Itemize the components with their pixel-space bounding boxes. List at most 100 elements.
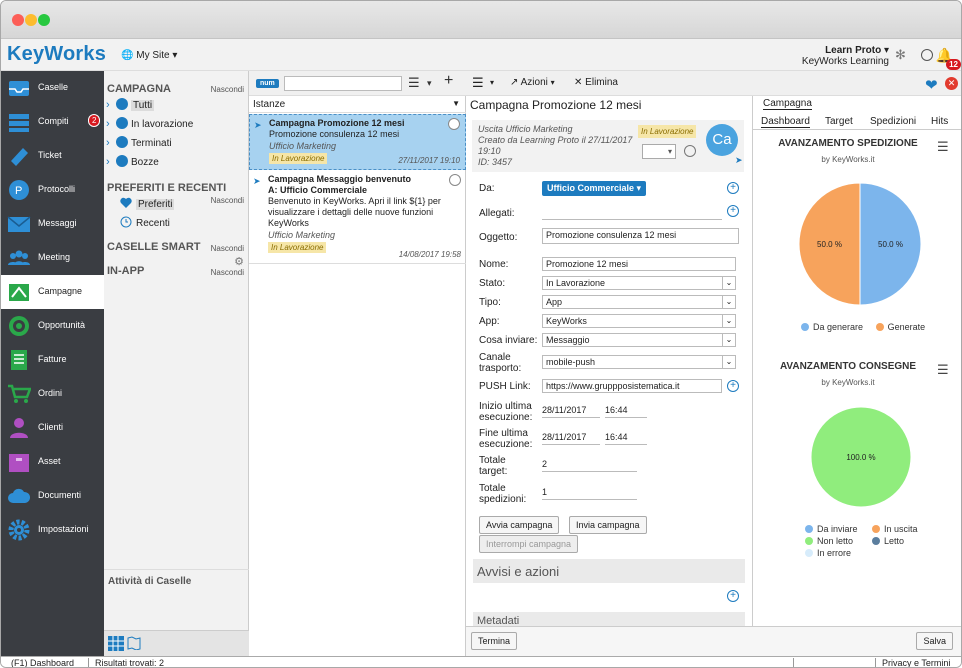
chevron-right-icon[interactable]: › [106, 156, 116, 168]
legend-item[interactable]: In uscita [872, 523, 918, 535]
delete-button[interactable]: ✕ Elimina [574, 77, 618, 88]
sidebar-item-compiti[interactable]: Compiti 2 [1, 105, 104, 139]
select-circle[interactable] [448, 118, 460, 130]
detail-menu-icon[interactable]: ☰ [472, 75, 484, 91]
state-select[interactable]: In Lavorazione ⌄ [542, 276, 736, 290]
list-menu-icon[interactable]: ☰ [408, 75, 420, 91]
tab-dashboard[interactable]: Dashboard [761, 116, 810, 128]
legend-item[interactable]: Generate [875, 322, 925, 332]
add-sender-icon[interactable]: + [727, 182, 739, 194]
hide-campagna-link[interactable]: Nascondi [211, 85, 244, 94]
legend-item[interactable]: In errore [805, 547, 851, 559]
name-field[interactable]: Promozione 12 mesi [542, 257, 736, 271]
channel-select[interactable]: mobile-push ⌄ [542, 355, 736, 369]
heart-icon[interactable]: ❤ [925, 76, 938, 94]
legend-item[interactable]: Da inviare [805, 523, 858, 535]
status-f1-dashboard[interactable]: (F1) Dashboard [11, 658, 74, 667]
list-search-input[interactable] [284, 76, 402, 91]
sidebar-item-meeting[interactable]: Meeting [1, 241, 104, 275]
zoom-window-button[interactable] [38, 14, 50, 26]
terminate-button[interactable]: Termina [471, 632, 518, 650]
end-time-field[interactable]: 16:44 [605, 431, 647, 445]
sidebar-item-documenti[interactable]: Documenti [1, 479, 104, 513]
sidebar-item-campagne[interactable]: Campagne [1, 275, 104, 309]
start-time-field[interactable]: 16:44 [605, 404, 647, 418]
table-view-icon[interactable] [108, 636, 124, 651]
chart2-menu-icon[interactable]: ☰ [937, 362, 949, 378]
actions-button[interactable]: ↗ Azioni ▾ [510, 77, 555, 88]
add-attachment-icon[interactable]: + [727, 205, 739, 217]
total-shipments-field[interactable]: 1 [542, 486, 637, 500]
recent-item[interactable]: Recenti [120, 216, 170, 229]
header-select[interactable]: ▾ [642, 144, 676, 159]
hide-smart-link[interactable]: Nascondi [211, 244, 244, 253]
legend-item[interactable]: Letto [872, 535, 904, 547]
start-campaign-button[interactable]: Avvia campagna [479, 516, 560, 534]
user-avatar-icon[interactable]: ✻ [895, 47, 911, 63]
sidebar-item-ordini[interactable]: Ordini [1, 377, 104, 411]
alerts-section-header[interactable]: Avvisi e azioni [473, 559, 745, 583]
subject-field[interactable]: Promozione consulenza 12 mesi [542, 228, 739, 244]
select-circle[interactable] [449, 174, 461, 186]
add-icon[interactable]: + [444, 72, 453, 90]
sidebar-item-caselle[interactable]: Caselle [1, 71, 104, 105]
push-link-field[interactable]: https://www.gruppposistematica.it [542, 379, 722, 393]
hide-preferiti-link[interactable]: Nascondi [211, 196, 244, 205]
legend-item[interactable]: Da generare [801, 322, 863, 332]
sidebar-item-ticket[interactable]: Ticket [1, 139, 104, 173]
sender-selector[interactable]: Ufficio Commerciale ▾ [542, 181, 647, 196]
sidebar-item-protocolli[interactable]: P Protocolli [1, 173, 104, 207]
list-item[interactable]: ➤ Campagna Messaggio benvenuto A: Uffici… [249, 171, 466, 264]
caret-down-icon[interactable]: ▾ [490, 78, 494, 87]
stop-campaign-button[interactable]: Interrompi campagna [479, 535, 579, 553]
site-selector[interactable]: 🌐 My Site ▾ [121, 50, 177, 61]
tab-campagna[interactable]: Campagna [763, 98, 812, 110]
tab-target[interactable]: Target [825, 116, 853, 127]
user-menu[interactable]: Learn Proto ▾ KeyWorks Learning [802, 45, 889, 67]
sidebar-item-clienti[interactable]: Clienti [1, 411, 104, 445]
sidebar-item-messaggi[interactable]: Messaggi [1, 207, 104, 241]
chevron-right-icon[interactable]: › [106, 137, 116, 149]
list-item[interactable]: ➤ Campagna Promozione 12 mesi Promozione… [249, 114, 466, 170]
send-campaign-button[interactable]: Invia campagna [569, 516, 647, 534]
favorites-item[interactable]: Preferiti [120, 197, 175, 210]
settings-gear-icon[interactable]: ⚙ [234, 255, 244, 268]
attachments-field[interactable] [542, 206, 722, 220]
folder-in-lavorazione[interactable]: › In lavorazione [106, 117, 193, 131]
sidebar-item-fatture[interactable]: Fatture [1, 343, 104, 377]
sidebar-item-opportunita[interactable]: Opportunità [1, 309, 104, 343]
legend-item[interactable]: Non letto [805, 535, 853, 547]
start-date-field[interactable]: 28/11/2017 [542, 404, 600, 418]
tab-hits[interactable]: Hits [931, 116, 948, 127]
app-logo[interactable]: KeyWorks [7, 43, 106, 66]
tab-spedizioni[interactable]: Spedizioni [870, 116, 916, 127]
save-button[interactable]: Salva [916, 632, 953, 650]
select-circle[interactable] [684, 145, 696, 157]
hide-inapp-link[interactable]: Nascondi [211, 268, 244, 277]
close-icon[interactable]: ✕ [945, 77, 958, 90]
num-tag[interactable]: num [256, 79, 279, 88]
caret-down-icon[interactable]: ▾ [427, 78, 432, 89]
type-select[interactable]: App ⌄ [542, 295, 736, 309]
add-link-icon[interactable]: + [727, 380, 739, 392]
folder-terminati[interactable]: › Terminati [106, 136, 172, 150]
metadata-section-header[interactable]: Metadati [473, 612, 745, 626]
close-window-button[interactable] [12, 14, 24, 26]
instances-filter[interactable]: Istanze ▼ [249, 96, 466, 113]
chevron-right-icon[interactable]: › [106, 118, 116, 130]
app-select[interactable]: KeyWorks ⌄ [542, 314, 736, 328]
chevron-right-icon[interactable]: › [106, 99, 116, 111]
chart1-menu-icon[interactable]: ☰ [937, 139, 949, 155]
content-select[interactable]: Messaggio ⌄ [542, 333, 736, 347]
sidebar-item-impostazioni[interactable]: Impostazioni [1, 513, 104, 547]
add-alert-icon[interactable]: + [727, 590, 739, 602]
privacy-link[interactable]: Privacy e Termini [875, 658, 950, 667]
sidebar-item-asset[interactable]: Asset [1, 445, 104, 479]
minimize-window-button[interactable] [25, 14, 37, 26]
folder-bozze[interactable]: › Bozze [106, 155, 159, 169]
presence-status-icon[interactable] [921, 49, 933, 61]
total-target-field[interactable]: 2 [542, 458, 637, 472]
map-view-icon[interactable] [127, 636, 141, 650]
end-date-field[interactable]: 28/11/2017 [542, 431, 600, 445]
folder-tutti[interactable]: › Tutti [106, 98, 155, 112]
